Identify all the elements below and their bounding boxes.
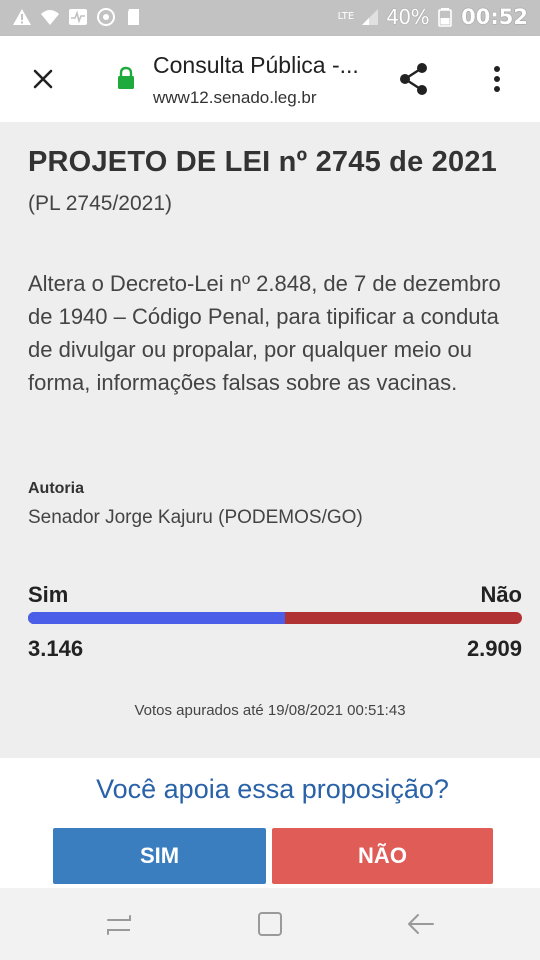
project-title: PROJETO DE LEI nº 2745 de 2021 xyxy=(28,146,497,178)
vote-nao-label: Não xyxy=(480,582,522,607)
wifi-icon xyxy=(41,10,59,25)
vote-sim-button[interactable]: SIM xyxy=(53,828,266,884)
back-icon[interactable] xyxy=(406,910,436,938)
autoria-value: Senador Jorge Kajuru (PODEMOS/GO) xyxy=(28,507,363,528)
home-icon[interactable] xyxy=(256,910,284,938)
support-panel: Você apoia essa proposição? SIM NÃO xyxy=(0,758,540,888)
signal-icon xyxy=(362,9,379,25)
vote-nao-count: 2.909 xyxy=(466,636,522,661)
sdcard-icon xyxy=(128,9,139,25)
proposition-content: PROJETO DE LEI nº 2745 de 2021 (PL 2745/… xyxy=(0,122,540,758)
system-nav-bar xyxy=(0,888,540,960)
project-code: (PL 2745/2021) xyxy=(28,192,172,215)
lock-icon xyxy=(118,66,134,89)
vote-nao-button[interactable]: NÃO xyxy=(272,828,493,884)
vote-sim-count: 3.146 xyxy=(28,636,84,661)
battery-percent: 40% xyxy=(386,5,430,29)
status-bar: LTE 40% 00:52 xyxy=(0,0,540,36)
browser-toolbar: Consulta Pública -... www12.senado.leg.b… xyxy=(0,36,540,122)
project-description: Altera o Decreto-Lei nº 2.848, de 7 de d… xyxy=(28,271,501,395)
share-icon[interactable] xyxy=(396,60,432,98)
clock: 00:52 xyxy=(461,5,528,29)
warning-icon xyxy=(13,9,31,25)
battery-icon xyxy=(438,8,452,27)
votes-timestamp: Votos apurados até 19/08/2021 00:51:43 xyxy=(134,702,406,719)
more-options-icon[interactable] xyxy=(484,62,510,98)
autoria-label: Autoria xyxy=(28,480,84,497)
sync-icon xyxy=(97,8,115,26)
support-question: Você apoia essa proposição? xyxy=(96,774,449,804)
recent-apps-icon[interactable] xyxy=(104,912,134,938)
status-right-icons: LTE 40% 00:52 xyxy=(338,5,528,29)
vote-bar-sim-fill xyxy=(28,612,285,624)
status-left-icons xyxy=(12,7,144,27)
activity-icon xyxy=(69,9,87,25)
vote-bar xyxy=(28,612,522,624)
network-type: LTE xyxy=(337,11,355,22)
page-url: www12.senado.leg.br xyxy=(153,88,317,107)
close-icon[interactable] xyxy=(26,62,60,96)
page-title: Consulta Pública -... xyxy=(153,52,359,78)
vote-sim-label: Sim xyxy=(28,582,69,607)
